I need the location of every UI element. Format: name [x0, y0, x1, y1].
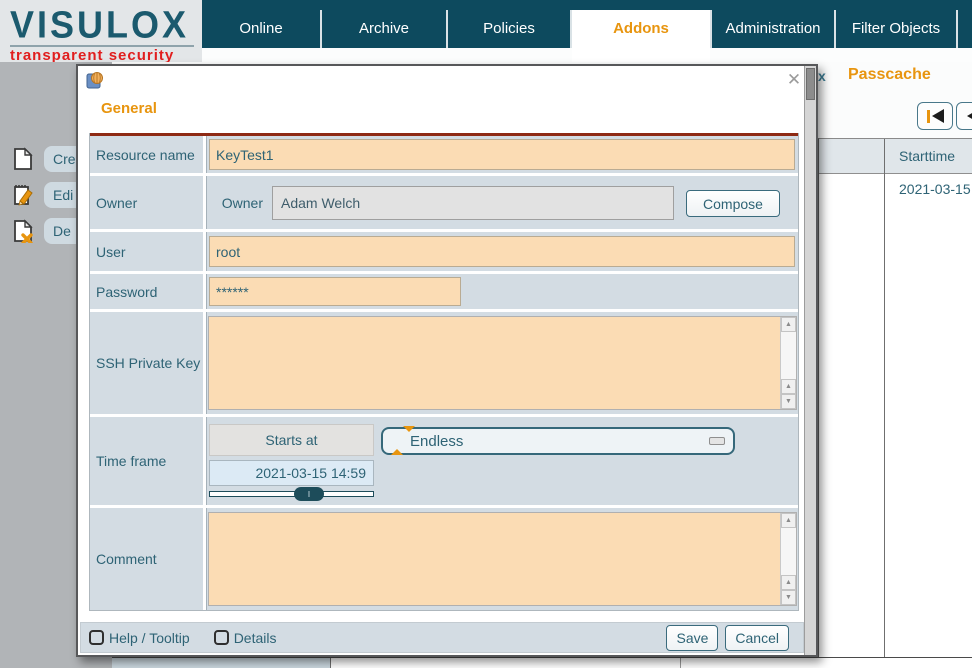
owner-inner-label: Owner: [207, 176, 263, 229]
tab-administration[interactable]: Administration: [712, 10, 834, 48]
password-row: Password: [90, 274, 798, 309]
column-divider: [330, 658, 331, 668]
passcache-dialog-icon: [86, 71, 104, 89]
previous-page-button[interactable]: [956, 102, 972, 130]
scroll-up-icon[interactable]: ▲: [781, 379, 796, 394]
new-document-icon: [12, 147, 34, 171]
comment-textarea[interactable]: [209, 513, 779, 605]
owner-value-field: [272, 186, 674, 220]
textarea-scrollbar[interactable]: ▲ ▲ ▼: [780, 317, 796, 409]
details-label: Details: [234, 630, 277, 646]
tab-addons[interactable]: Addons: [572, 10, 710, 62]
end-mode-dropdown[interactable]: Endless: [381, 427, 735, 455]
dialog-title: General: [101, 100, 157, 117]
edit-icon: [12, 183, 34, 207]
table-bottom-strip: [112, 657, 972, 668]
scroll-up-icon[interactable]: ▲: [781, 575, 796, 590]
resource-name-input[interactable]: [209, 139, 795, 170]
tab-policies[interactable]: Policies: [448, 10, 570, 48]
tab-archive[interactable]: Archive: [322, 10, 446, 48]
scroll-down-icon[interactable]: ▼: [781, 394, 796, 409]
scroll-down-icon[interactable]: ▼: [781, 590, 796, 605]
resource-name-row: Resource name: [90, 136, 798, 173]
table-footer-cell: [112, 658, 330, 668]
textarea-scrollbar[interactable]: ▲ ▲ ▼: [780, 513, 796, 605]
table-header-row: Starttime: [819, 139, 972, 174]
first-page-icon: [927, 110, 930, 123]
help-tooltip-checkbox[interactable]: [89, 630, 104, 645]
owner-row: Owner Owner Compose: [90, 176, 798, 229]
scroll-track[interactable]: [781, 332, 796, 379]
clipped-subtab-text: x: [818, 68, 826, 84]
save-button[interactable]: Save: [666, 625, 718, 651]
dialog-scrollbar[interactable]: [804, 66, 816, 655]
dropdown-grip-icon: [709, 437, 725, 445]
compose-button[interactable]: Compose: [686, 190, 780, 217]
column-header-starttime[interactable]: Starttime: [899, 148, 955, 164]
sort-diamond-icon: [391, 432, 403, 450]
user-row: User: [90, 232, 798, 271]
user-label: User: [90, 232, 206, 271]
comment-label: Comment: [90, 508, 206, 610]
start-time-slider[interactable]: I: [209, 491, 374, 497]
tab-separator: [956, 10, 958, 48]
password-input[interactable]: [209, 277, 461, 306]
help-tooltip-label: Help / Tooltip: [109, 630, 190, 646]
resource-edit-dialog: General ✕ Resource name Owner Owner Comp…: [76, 64, 818, 657]
first-page-icon: [932, 109, 944, 123]
slider-handle[interactable]: I: [294, 487, 324, 501]
owner-label: Owner: [90, 176, 206, 229]
passcache-table: Starttime 2021-03-15 1: [818, 138, 972, 668]
ssh-key-label: SSH Private Key: [90, 312, 206, 414]
tab-separator: [320, 10, 322, 48]
header-left: VISULOX transparent security: [0, 0, 202, 62]
comment-row: Comment ▲ ▲ ▼: [90, 508, 798, 610]
end-mode-value: Endless: [410, 433, 463, 450]
tab-separator: [710, 10, 712, 48]
prev-page-icon: [967, 109, 972, 123]
user-input[interactable]: [209, 236, 795, 267]
scroll-up-icon[interactable]: ▲: [781, 317, 796, 332]
resource-name-label: Resource name: [90, 136, 206, 173]
ssh-key-row: SSH Private Key ▲ ▲ ▼: [90, 312, 798, 414]
brand-title: VISULOX: [10, 4, 194, 46]
column-divider: [680, 658, 681, 668]
section-title: Passcache: [848, 66, 931, 84]
cancel-button[interactable]: Cancel: [725, 625, 789, 651]
brand-logo: VISULOX transparent security: [10, 4, 194, 65]
scrollbar-thumb[interactable]: [806, 68, 815, 100]
column-divider: [884, 139, 885, 668]
general-form: Resource name Owner Owner Compose User P…: [89, 133, 799, 611]
details-checkbox[interactable]: [214, 630, 229, 645]
password-label: Password: [90, 274, 206, 309]
dialog-footer: Help / Tooltip Details Save Cancel: [80, 622, 804, 653]
starts-at-button[interactable]: Starts at: [209, 424, 374, 456]
start-datetime-value[interactable]: 2021-03-15 14:59: [209, 460, 374, 486]
scroll-up-icon[interactable]: ▲: [781, 513, 796, 528]
tab-filter-objects[interactable]: Filter Objects: [836, 10, 956, 48]
first-page-button[interactable]: [917, 102, 953, 130]
time-frame-row: Time frame Starts at 2021-03-15 14:59 I …: [90, 417, 798, 505]
delete-document-icon: [12, 219, 34, 243]
close-icon[interactable]: ✕: [784, 70, 804, 90]
ssh-key-textarea[interactable]: [209, 317, 779, 409]
tab-separator: [446, 10, 448, 48]
tab-separator: [834, 10, 836, 48]
time-frame-label: Time frame: [90, 417, 206, 505]
table-row[interactable]: 2021-03-15 1: [899, 181, 972, 197]
scroll-track[interactable]: [781, 528, 796, 575]
tab-online[interactable]: Online: [202, 10, 320, 48]
